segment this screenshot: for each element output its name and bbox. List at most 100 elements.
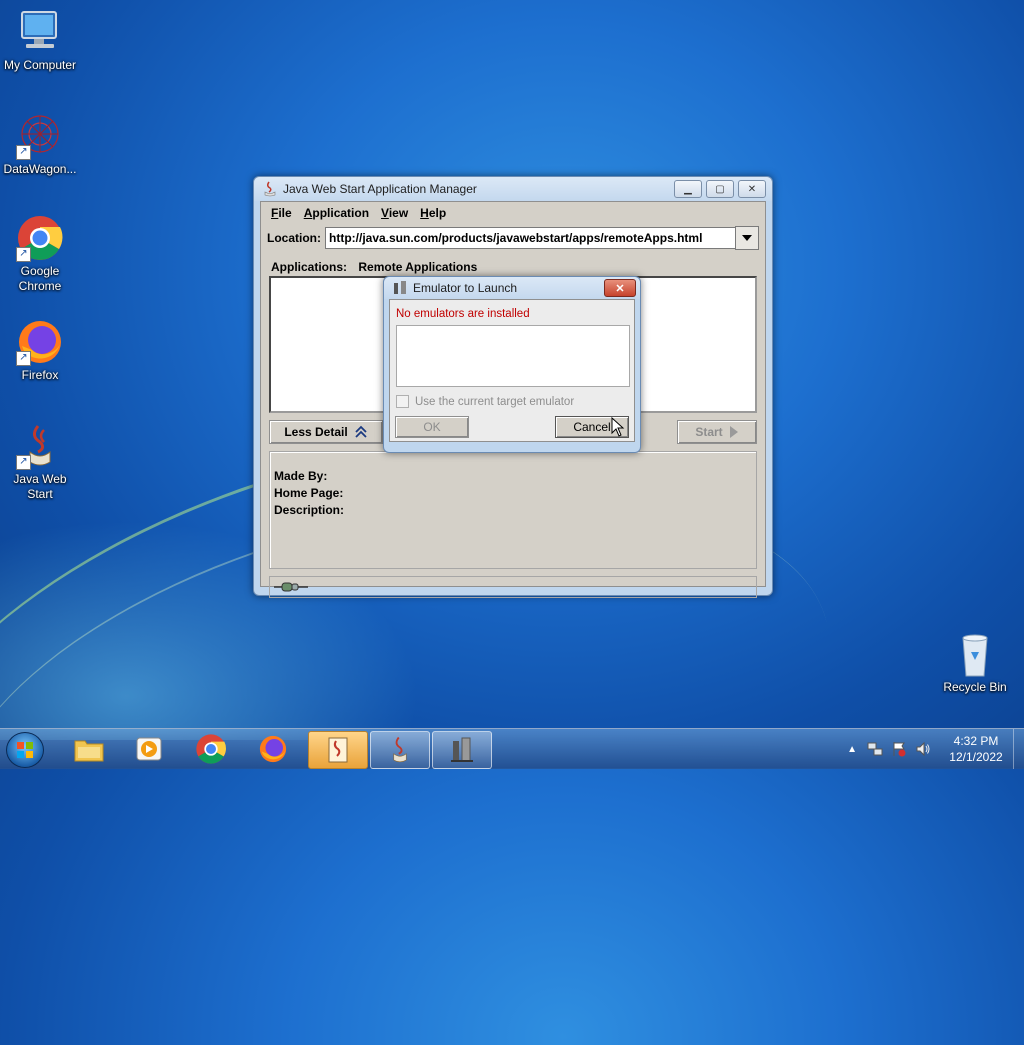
- desktop-icon-label: Firefox: [21, 368, 59, 382]
- chrome-icon: ↗: [16, 214, 64, 262]
- desktop-icon-datawagon[interactable]: ↗ DataWagon...: [0, 112, 80, 177]
- shortcut-arrow-icon: ↗: [16, 145, 31, 160]
- description-label: Description:: [274, 503, 345, 517]
- show-desktop-button[interactable]: [1013, 729, 1024, 769]
- dialog-client-area: No emulators are installed Use the curre…: [389, 299, 635, 442]
- desktop-icon-chrome[interactable]: ↗ Google Chrome: [0, 214, 80, 294]
- computer-icon: [16, 8, 64, 56]
- taskbar-java-web-start[interactable]: [370, 731, 430, 769]
- jws-titlebar[interactable]: Java Web Start Application Manager ▁ ▢ ✕: [254, 177, 772, 201]
- ok-label: OK: [423, 420, 441, 434]
- action-center-flag-icon[interactable]: [891, 741, 907, 757]
- desktop-icon-label: DataWagon...: [3, 162, 77, 176]
- start-button[interactable]: [6, 732, 44, 768]
- double-chevron-up-icon: [355, 425, 367, 438]
- emulator-list[interactable]: [396, 325, 630, 387]
- dialog-title: Emulator to Launch: [413, 281, 518, 295]
- desktop-icon-label: Java Web Start: [13, 472, 67, 501]
- minimize-button[interactable]: ▁: [674, 180, 702, 198]
- less-detail-label: Less Detail: [284, 425, 348, 439]
- location-label: Location:: [267, 231, 321, 245]
- mouse-cursor-icon: [611, 417, 625, 437]
- status-bar: [269, 576, 757, 598]
- clock[interactable]: 4:32 PM 12/1/2022: [939, 733, 1013, 765]
- system-tray: ▲ 4:32 PM 12/1/2022: [847, 729, 1024, 769]
- desktop-icon-my-computer[interactable]: My Computer: [0, 8, 80, 73]
- applications-row: Applications: Remote Applications: [261, 254, 765, 276]
- play-icon: [729, 426, 738, 438]
- less-detail-button[interactable]: Less Detail: [269, 420, 383, 444]
- datawagon-icon: ↗: [16, 112, 64, 160]
- taskbar-app-highlighted[interactable]: [308, 731, 368, 769]
- made-by-label: Made By:: [274, 469, 328, 483]
- window-title: Java Web Start Application Manager: [283, 182, 477, 196]
- start-button[interactable]: Start: [677, 420, 757, 444]
- maximize-button[interactable]: ▢: [706, 180, 734, 198]
- taskbar-firefox[interactable]: [244, 731, 302, 767]
- java-icon: [393, 736, 407, 763]
- show-hidden-icons-button[interactable]: ▲: [847, 744, 857, 755]
- media-player-icon: [136, 737, 162, 761]
- shortcut-arrow-icon: ↗: [16, 247, 31, 262]
- connection-plug-icon: [274, 582, 308, 592]
- menu-view[interactable]: View: [375, 206, 414, 220]
- menu-application[interactable]: Application: [298, 206, 375, 220]
- java-icon: [264, 181, 276, 197]
- windows-logo-icon: [17, 742, 33, 758]
- desktop-icon-label: My Computer: [3, 58, 77, 72]
- location-row: Location: http://java.sun.com/products/j…: [261, 222, 765, 254]
- location-dropdown-button[interactable]: [735, 226, 759, 250]
- taskbar: ▲ 4:32 PM 12/1/2022: [0, 728, 1024, 769]
- cancel-label: Cancel: [573, 420, 611, 434]
- close-icon: ✕: [747, 183, 757, 195]
- volume-icon[interactable]: [915, 741, 931, 757]
- dialog-titlebar[interactable]: Emulator to Launch ✕: [384, 277, 640, 299]
- chrome-icon: [196, 734, 226, 764]
- applications-label: Applications:: [271, 260, 348, 274]
- chevron-down-icon: [742, 235, 752, 241]
- clock-date: 12/1/2022: [949, 750, 1003, 764]
- detail-panel: Made By: Home Page: Description:: [269, 451, 757, 569]
- taskbar-media-player[interactable]: [120, 731, 178, 767]
- firefox-icon: [259, 735, 287, 763]
- start-label: Start: [695, 425, 723, 439]
- maximize-icon: ▢: [715, 183, 725, 195]
- desktop-icon-label: Google Chrome: [18, 264, 62, 293]
- error-message: No emulators are installed: [396, 308, 530, 320]
- shortcut-arrow-icon: ↗: [16, 351, 31, 366]
- home-page-label: Home Page:: [274, 486, 344, 500]
- ok-button[interactable]: OK: [395, 416, 469, 438]
- use-target-label: Use the current target emulator: [415, 395, 575, 408]
- close-icon: ✕: [615, 282, 625, 295]
- close-button[interactable]: ✕: [738, 180, 766, 198]
- taskbar-chrome[interactable]: [182, 731, 240, 767]
- emulator-icon: [451, 737, 473, 762]
- shortcut-arrow-icon: ↗: [16, 455, 31, 470]
- desktop-icon-label: Recycle Bin: [943, 680, 1007, 694]
- dialog-close-button[interactable]: ✕: [604, 279, 636, 297]
- taskbar-emulator[interactable]: [432, 731, 492, 769]
- recycle-bin-icon: [951, 630, 999, 678]
- minimize-icon: ▁: [684, 183, 692, 195]
- emulator-icon: [394, 281, 406, 294]
- desktop-icon-recycle-bin[interactable]: Recycle Bin: [935, 630, 1015, 695]
- application-icon: [328, 737, 348, 763]
- use-target-row: Use the current target emulator: [396, 395, 634, 408]
- menu-file[interactable]: File: [265, 206, 298, 220]
- emulator-dialog: Emulator to Launch ✕ No emulators are in…: [383, 276, 641, 453]
- chevron-up-icon: ▲: [847, 743, 857, 755]
- menu-help[interactable]: Help: [414, 206, 452, 220]
- network-icon[interactable]: [867, 741, 883, 757]
- desktop-icon-firefox[interactable]: ↗ Firefox: [0, 318, 80, 383]
- firefox-icon: ↗: [16, 318, 64, 366]
- dialog-button-row: OK Cancel: [395, 416, 629, 438]
- menubar: File Application View Help: [261, 202, 765, 222]
- clock-time: 4:32 PM: [953, 734, 999, 748]
- location-input[interactable]: http://java.sun.com/products/javawebstar…: [325, 227, 735, 249]
- applications-source[interactable]: Remote Applications: [358, 260, 477, 274]
- folder-icon: [74, 740, 104, 762]
- use-target-checkbox[interactable]: [396, 395, 409, 408]
- desktop-icon-java-web-start[interactable]: ↗ Java Web Start: [0, 422, 80, 502]
- taskbar-explorer[interactable]: [60, 731, 118, 767]
- java-icon: ↗: [16, 422, 64, 470]
